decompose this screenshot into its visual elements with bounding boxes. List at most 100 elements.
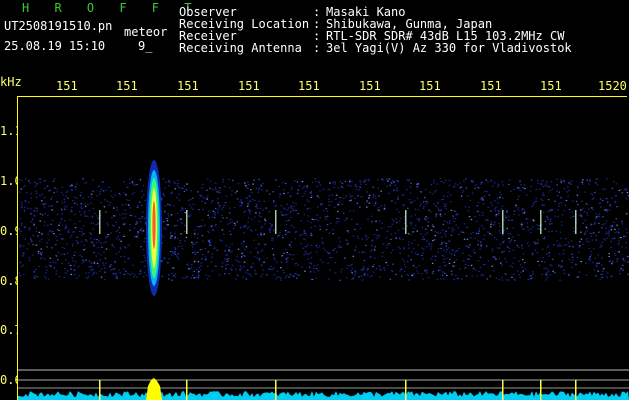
noise-speck	[445, 204, 448, 206]
noise-speck	[303, 192, 306, 195]
noise-speck	[61, 262, 63, 264]
noise-speck	[46, 269, 48, 271]
noise-speck	[495, 215, 497, 217]
noise-speck	[94, 212, 96, 214]
noise-speck	[594, 257, 597, 259]
noise-speck	[518, 214, 520, 216]
noise-speck	[543, 194, 545, 196]
noise-speck	[128, 199, 131, 201]
noise-speck	[245, 184, 247, 187]
noise-speck	[494, 182, 496, 184]
noise-speck	[418, 265, 420, 267]
noise-speck	[606, 201, 609, 203]
noise-speck	[439, 232, 442, 234]
noise-speck	[449, 220, 451, 222]
noise-speck	[24, 206, 26, 208]
noise-speck	[421, 254, 423, 257]
noise-speck	[282, 182, 285, 184]
noise-speck	[290, 254, 292, 256]
noise-speck	[357, 237, 360, 240]
noise-speck	[495, 239, 498, 241]
noise-speck	[477, 244, 479, 246]
noise-speck	[202, 196, 204, 198]
noise-speck	[547, 245, 550, 247]
noise-speck	[421, 273, 423, 275]
noise-speck	[266, 190, 268, 192]
noise-speck	[549, 210, 551, 212]
noise-speck	[454, 218, 457, 220]
noise-speck	[436, 183, 438, 185]
noise-speck	[482, 198, 484, 200]
noise-speck	[361, 269, 363, 271]
noise-speck	[132, 184, 135, 186]
noise-speck	[71, 210, 73, 213]
noise-speck	[497, 184, 500, 186]
noise-speck	[54, 244, 57, 246]
noise-speck	[119, 194, 122, 196]
noise-speck	[599, 278, 601, 280]
noise-speck	[584, 191, 586, 193]
noise-speck	[102, 262, 104, 264]
noise-speck	[540, 183, 543, 185]
noise-speck	[242, 226, 245, 228]
noise-speck	[616, 231, 618, 233]
noise-speck	[118, 232, 121, 234]
noise-speck	[441, 274, 444, 276]
noise-speck	[341, 268, 343, 270]
noise-speck	[500, 194, 502, 196]
noise-speck	[168, 215, 170, 217]
noise-speck	[174, 225, 176, 227]
spectrogram-waterfall	[18, 97, 629, 400]
noise-speck	[417, 183, 419, 185]
noise-speck	[486, 219, 489, 221]
noise-speck	[168, 181, 171, 183]
noise-speck	[582, 179, 584, 181]
noise-speck	[29, 227, 31, 229]
noise-speck	[269, 193, 271, 195]
noise-speck	[233, 227, 235, 229]
noise-speck	[141, 227, 143, 229]
noise-speck	[322, 242, 324, 245]
noise-speck	[474, 252, 476, 254]
noise-speck	[70, 234, 73, 236]
noise-speck	[564, 204, 567, 206]
noise-speck	[208, 231, 210, 233]
noise-speck	[470, 233, 472, 235]
noise-speck	[619, 273, 621, 275]
noise-speck	[89, 237, 92, 240]
noise-speck	[491, 265, 493, 267]
noise-speck	[46, 246, 48, 248]
noise-speck	[510, 190, 512, 192]
noise-speck	[388, 243, 390, 245]
noise-speck	[542, 192, 544, 194]
noise-speck	[549, 190, 552, 192]
noise-speck	[201, 248, 203, 250]
noise-speck	[497, 202, 499, 204]
noise-speck	[603, 238, 605, 240]
noise-speck	[462, 260, 465, 262]
noise-speck	[97, 247, 100, 249]
noise-speck	[257, 234, 259, 236]
noise-speck	[410, 259, 412, 261]
noise-speck	[483, 234, 486, 236]
noise-speck	[588, 183, 590, 185]
noise-speck	[312, 278, 314, 281]
noise-speck	[460, 186, 462, 188]
noise-speck	[255, 247, 257, 249]
noise-speck	[484, 263, 486, 266]
noise-speck	[479, 248, 482, 250]
noise-speck	[591, 198, 594, 200]
noise-speck	[375, 201, 377, 203]
noise-speck	[18, 272, 20, 274]
noise-speck	[239, 201, 241, 203]
noise-speck	[143, 237, 146, 240]
noise-speck	[309, 207, 311, 209]
noise-speck	[330, 200, 333, 203]
noise-speck	[590, 251, 592, 253]
noise-speck	[221, 240, 223, 242]
noise-speck	[91, 215, 94, 217]
noise-speck	[65, 272, 67, 274]
noise-speck	[231, 269, 233, 271]
noise-speck	[143, 241, 146, 243]
noise-speck	[174, 253, 176, 255]
